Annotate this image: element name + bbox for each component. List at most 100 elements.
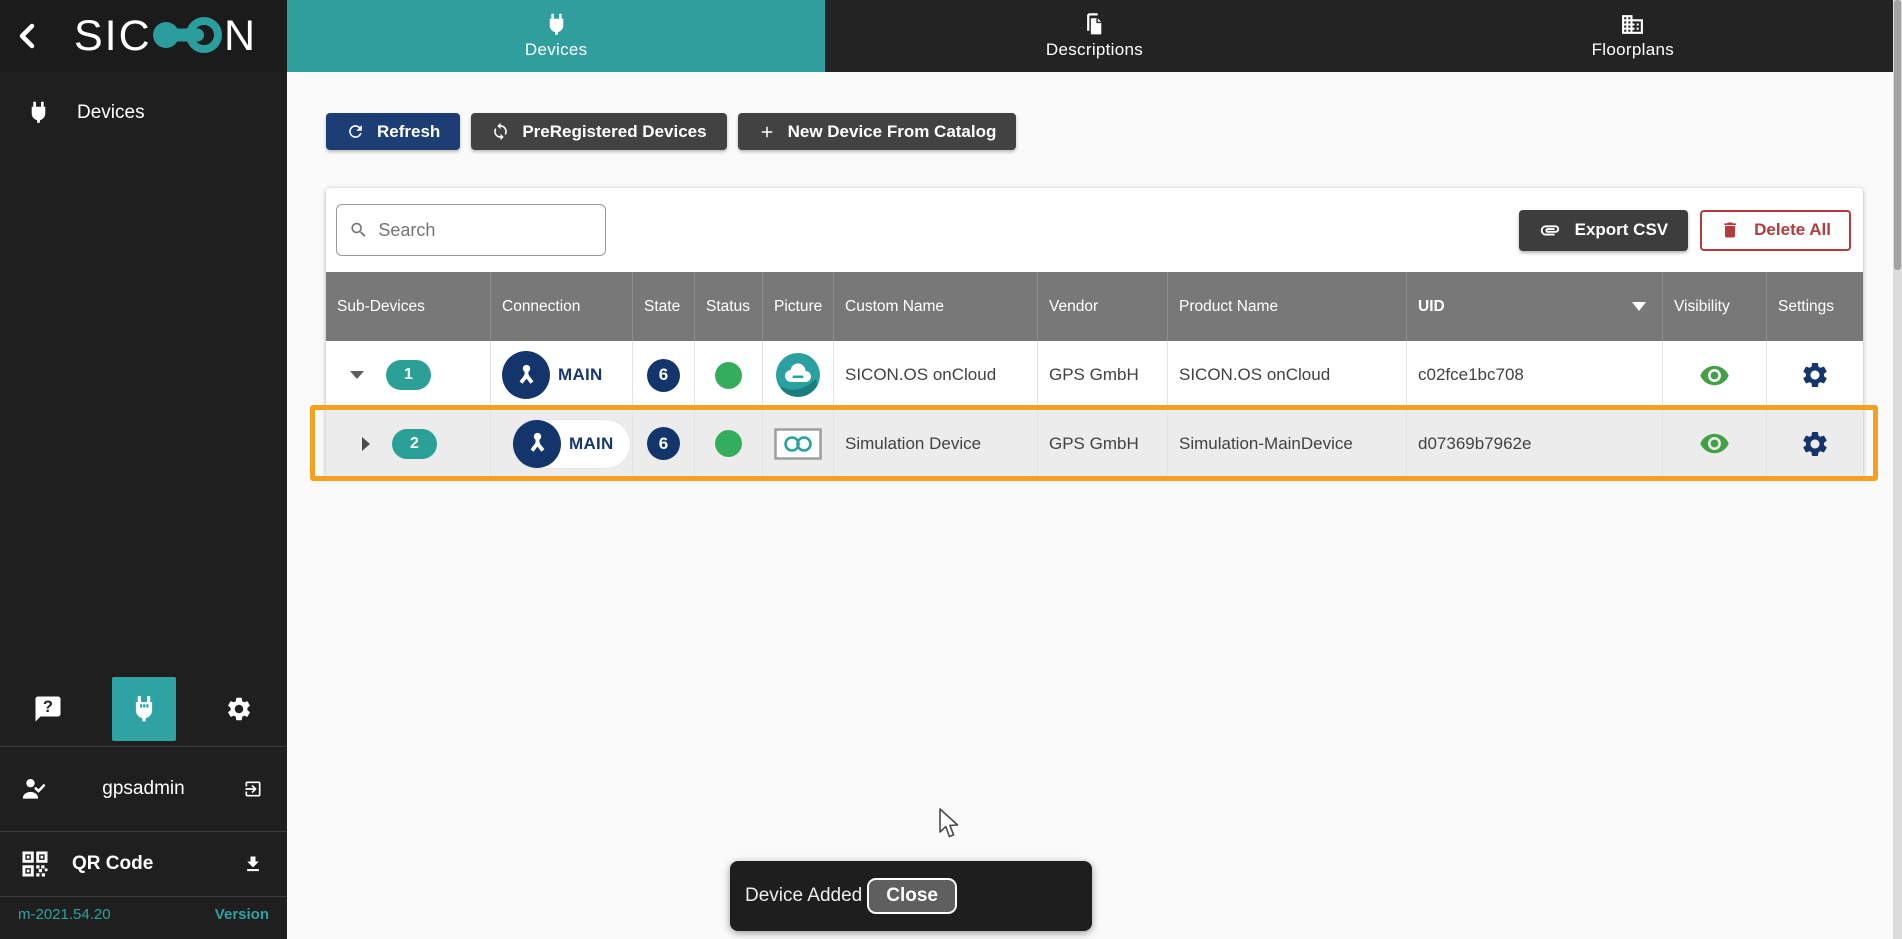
column-header-connection[interactable]: Connection: [491, 272, 633, 341]
settings-quick-button[interactable]: [207, 677, 271, 741]
delete-all-label: Delete All: [1754, 220, 1831, 240]
export-csv-button[interactable]: Export CSV: [1519, 210, 1689, 251]
toast-close-button[interactable]: Close: [867, 878, 957, 914]
refresh-button[interactable]: Refresh: [326, 113, 460, 150]
action-buttons: Refresh PreRegistered Devices New Device…: [326, 113, 1016, 150]
tab-label: Descriptions: [1046, 40, 1143, 60]
column-header-vendor[interactable]: Vendor: [1038, 272, 1168, 341]
cell-sub-devices: 1: [326, 341, 491, 410]
top-tab-bar: Devices Descriptions Floorplans: [287, 0, 1902, 72]
qr-row: QR Code: [0, 832, 287, 896]
column-header-uid[interactable]: UID: [1407, 272, 1663, 341]
cell-uid: c02fce1bc708: [1407, 341, 1663, 410]
column-header-custom-name[interactable]: Custom Name: [834, 272, 1038, 341]
tab-devices[interactable]: Devices: [287, 0, 825, 72]
column-header-picture[interactable]: Picture: [763, 272, 834, 341]
svg-text:N: N: [224, 12, 255, 60]
cell-custom-name: Simulation Device: [834, 410, 1038, 477]
refresh-label: Refresh: [377, 122, 440, 142]
visibility-toggle[interactable]: [1695, 424, 1734, 463]
column-header-visibility[interactable]: Visibility: [1663, 272, 1767, 341]
delete-all-button[interactable]: Delete All: [1700, 210, 1851, 251]
qr-code-label[interactable]: QR Code: [72, 853, 239, 875]
export-csv-label: Export CSV: [1575, 220, 1669, 240]
search-icon: [349, 219, 368, 241]
copy-icon: [1082, 12, 1107, 37]
device-settings-button[interactable]: [1796, 425, 1834, 463]
page-scrollbar[interactable]: [1893, 0, 1902, 939]
download-icon[interactable]: [239, 850, 267, 878]
preregistered-label: PreRegistered Devices: [522, 122, 706, 142]
help-button[interactable]: ?: [16, 677, 80, 741]
device-settings-button[interactable]: [1796, 356, 1834, 394]
cell-settings: [1767, 410, 1863, 477]
cell-custom-name: SICON.OS onCloud: [834, 341, 1038, 410]
state-badge: 6: [647, 359, 680, 392]
plug-icon: [544, 12, 569, 37]
connection-hub-icon: [513, 420, 561, 468]
cell-settings: [1767, 341, 1863, 410]
status-online-dot: [715, 430, 742, 457]
expand-row-icon[interactable]: [362, 437, 370, 451]
gear-icon: [1800, 429, 1830, 459]
help-icon: ?: [33, 694, 63, 724]
search-input[interactable]: [378, 220, 593, 241]
tab-floorplans[interactable]: Floorplans: [1364, 0, 1902, 72]
table-header-row: Sub-Devices Connection State Status Pict…: [326, 272, 1863, 341]
cell-visibility: [1663, 341, 1767, 410]
cell-sub-devices: 2: [326, 410, 491, 477]
cell-state: 6: [633, 410, 695, 477]
table-row[interactable]: 1 MAIN 6: [326, 341, 1863, 410]
attachment-icon: [1539, 219, 1561, 241]
new-device-from-catalog-button[interactable]: New Device From Catalog: [738, 113, 1017, 150]
svg-text:SIC: SIC: [74, 12, 152, 60]
building-icon: [1620, 12, 1645, 37]
sidebar: SIC N Devices ?: [0, 0, 287, 939]
scrollbar-thumb[interactable]: [1894, 0, 1901, 270]
column-header-state[interactable]: State: [633, 272, 695, 341]
device-picture-cloud-logo: [776, 353, 820, 397]
collapse-row-icon[interactable]: [350, 371, 364, 379]
tab-descriptions[interactable]: Descriptions: [825, 0, 1363, 72]
table-row-selected[interactable]: 2 MAIN 6: [326, 410, 1863, 477]
version-row: m-2021.54.20 Version: [0, 897, 287, 939]
device-picture-simulation-logo: [774, 428, 822, 460]
sidebar-item-devices[interactable]: Devices: [0, 72, 287, 149]
collapse-sidebar-button[interactable]: [0, 22, 56, 50]
sub-devices-badge[interactable]: 1: [386, 360, 431, 390]
version-value: m-2021.54.20: [18, 906, 111, 923]
search-box[interactable]: [336, 204, 606, 256]
qr-icon: [20, 849, 50, 879]
cell-connection: MAIN: [491, 410, 633, 477]
cell-product-name: SICON.OS onCloud: [1168, 341, 1407, 410]
state-badge: 6: [647, 427, 680, 460]
column-header-sub-devices[interactable]: Sub-Devices: [326, 272, 491, 341]
sidebar-header: SIC N: [0, 0, 287, 72]
status-online-dot: [715, 362, 742, 389]
sub-devices-badge[interactable]: 2: [392, 429, 437, 459]
cell-product-name: Simulation-MainDevice: [1168, 410, 1407, 477]
eye-icon: [1699, 360, 1730, 391]
column-header-product-name[interactable]: Product Name: [1168, 272, 1407, 341]
logout-icon[interactable]: [239, 775, 267, 803]
plus-icon: [758, 123, 776, 141]
connection-label: MAIN: [558, 365, 603, 385]
devices-quick-button[interactable]: [112, 677, 176, 741]
visibility-toggle[interactable]: [1695, 356, 1734, 395]
gear-icon: [1800, 360, 1830, 390]
column-header-settings[interactable]: Settings: [1767, 272, 1863, 341]
cell-visibility: [1663, 410, 1767, 477]
cell-status: [695, 410, 763, 477]
connection-hub-icon: [502, 351, 550, 399]
column-header-status[interactable]: Status: [695, 272, 763, 341]
preregistered-devices-button[interactable]: PreRegistered Devices: [471, 113, 726, 150]
sync-icon: [491, 122, 510, 141]
tab-label: Devices: [525, 40, 588, 60]
username-label: gpsadmin: [48, 778, 239, 800]
plug-icon: [26, 100, 51, 125]
tab-label: Floorplans: [1592, 40, 1674, 60]
toast-snackbar: Device Added Close: [730, 861, 1092, 931]
cell-state: 6: [633, 341, 695, 410]
refresh-icon: [346, 122, 365, 141]
version-label: Version: [215, 906, 269, 923]
